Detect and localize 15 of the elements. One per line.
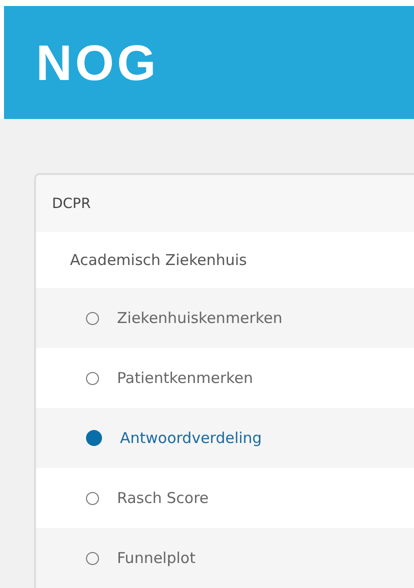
menu-item-label: Funnelplot <box>117 549 196 567</box>
radio-icon <box>86 430 102 446</box>
card-title: DCPR <box>36 175 414 232</box>
radio-icon <box>86 492 99 504</box>
radio-icon <box>86 312 99 324</box>
menu-item-label: Rasch Score <box>117 489 209 507</box>
radio-icon <box>86 372 99 384</box>
menu-item[interactable]: Funnelplot <box>36 528 414 588</box>
menu-item-label: Antwoordverdeling <box>120 429 262 447</box>
menu-item-label: Patientkenmerken <box>117 369 254 387</box>
radio-icon <box>86 552 99 564</box>
menu-item[interactable]: Ziekenhuiskenmerken <box>36 288 414 348</box>
menu-item-label: Ziekenhuiskenmerken <box>117 309 282 327</box>
menu-item[interactable]: Antwoordverdeling <box>36 408 414 468</box>
logo: NOG <box>36 34 159 92</box>
